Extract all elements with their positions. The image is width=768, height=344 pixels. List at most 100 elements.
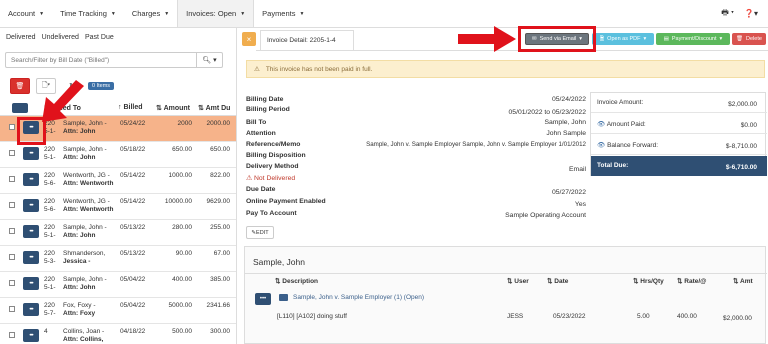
nav-label: Account bbox=[8, 9, 36, 18]
app-root: Account ▼ Time Tracking ▼ Charges ▼ Invoice… bbox=[0, 0, 768, 344]
row-checkbox[interactable] bbox=[9, 332, 15, 338]
row-menu-button[interactable]: ••• bbox=[23, 277, 39, 290]
billed-date: 05/18/22 bbox=[120, 146, 146, 153]
invoice-number: 220 5-1- bbox=[44, 224, 56, 239]
warning-icon: ⚠ bbox=[246, 175, 253, 182]
summary-balance-forward: 👁 Balance Forward: $-8,710.00 bbox=[591, 135, 767, 155]
billed-date: 05/24/22 bbox=[120, 120, 146, 127]
nav-invoices-open[interactable]: Invoices: Open ▼ bbox=[177, 0, 255, 27]
invoice-row[interactable]: ••• 220 5-1- Sample, John - Attn: John 05/18… bbox=[0, 142, 236, 168]
help-icon[interactable]: ❓▾ bbox=[744, 9, 758, 18]
eye-icon[interactable]: 👁 bbox=[597, 142, 605, 149]
search-input[interactable] bbox=[5, 52, 197, 68]
summary-amount-paid: 👁 Amount Paid: $0.00 bbox=[591, 114, 767, 134]
amt-due-cell: 9629.00 bbox=[206, 198, 231, 205]
col-date[interactable]: ⇅ Date bbox=[547, 277, 568, 285]
col-amt-due[interactable]: ⇅ Amt Du bbox=[198, 104, 230, 112]
row-menu-button[interactable]: ••• bbox=[23, 329, 39, 342]
amount-cell: 90.00 bbox=[175, 250, 192, 257]
nav-label: Time Tracking bbox=[60, 9, 107, 18]
row-menu-button[interactable]: ••• bbox=[23, 173, 39, 186]
field-attention: Attention John Sample bbox=[246, 130, 586, 137]
filter-delivered[interactable]: Delivered bbox=[6, 34, 36, 41]
invoice-row[interactable]: ••• 220 5-1- Sample, John - Attn: John 05/13… bbox=[0, 220, 236, 246]
nav-payments[interactable]: Payments ▼ bbox=[254, 0, 312, 27]
invoice-row[interactable]: ••• 4 Collins, Joan - Attn: Collins, 04/18/2… bbox=[0, 324, 236, 344]
col-amt[interactable]: ⇅ Amt bbox=[733, 277, 753, 285]
invoice-number: 220 5-7- bbox=[44, 302, 56, 317]
billed-to-cell: Collins, Joan - Attn: Collins, bbox=[63, 328, 118, 344]
col-amount[interactable]: ⇅ Amount bbox=[156, 104, 190, 112]
row-checkbox[interactable] bbox=[9, 176, 15, 182]
col-user[interactable]: ⇅ User bbox=[507, 277, 529, 285]
field-due-date: Due Date 05/27/2022 bbox=[246, 186, 586, 196]
row-checkbox[interactable] bbox=[9, 306, 15, 312]
filter-past-due[interactable]: Past Due bbox=[85, 34, 114, 41]
summary-total-due: Total Due: $-6,710.00 bbox=[591, 156, 767, 176]
filter-undelivered[interactable]: Undelivered bbox=[42, 34, 79, 41]
trash-icon: 🗑 bbox=[736, 36, 744, 42]
billed-to-attn: Attn: John bbox=[63, 154, 96, 161]
invoice-row[interactable]: ••• 220 5-6- Wentworth, JG - Attn: Wentwort… bbox=[0, 168, 236, 194]
nav-account[interactable]: Account ▼ bbox=[0, 0, 52, 27]
invoice-summary: Invoice Amount: $2,000.00 👁 Amount Paid: $… bbox=[590, 92, 767, 176]
invoice-row[interactable]: ••• 220 5-1- Sample, John - Attn: John 05/04… bbox=[0, 272, 236, 298]
annotation-arrow-down-left bbox=[42, 80, 84, 122]
invoice-row[interactable]: ••• 220 5-7- Fox, Foxy - Attn: Foxy 05/04/22… bbox=[0, 298, 236, 324]
col-description[interactable]: ⇅ Description bbox=[275, 277, 318, 285]
matter-link[interactable]: Sample, John v. Sample Employer (1) (Ope… bbox=[293, 294, 424, 301]
col-hrs-qty[interactable]: ⇅ Hrs/Qty bbox=[633, 277, 664, 285]
field-billing-period: Billing Period 05/01/2022 to 05/23/2022 bbox=[246, 106, 586, 116]
amount-cell: 400.00 bbox=[172, 276, 192, 283]
tab-invoice-detail[interactable]: Invoice Detail: 2205-1-4 bbox=[260, 30, 354, 50]
row-menu-button[interactable]: ••• bbox=[255, 293, 271, 305]
billed-to-attn: Attn: John bbox=[63, 232, 96, 239]
row-menu-button[interactable]: ••• bbox=[23, 303, 39, 316]
open-as-pdf-button[interactable]: 🗎 Open as PDF ▾ bbox=[592, 33, 654, 45]
nav-time-tracking[interactable]: Time Tracking ▼ bbox=[52, 0, 124, 27]
amount-cell: 500.00 bbox=[172, 328, 192, 335]
row-checkbox[interactable] bbox=[9, 228, 15, 234]
eye-icon[interactable]: 👁 bbox=[597, 121, 605, 128]
line-items-panel: Sample, John ⇅ Description ⇅ User ⇅ Date… bbox=[244, 246, 767, 344]
row-checkbox[interactable] bbox=[9, 150, 15, 156]
line-user: JESS bbox=[507, 313, 524, 320]
billed-date: 05/13/22 bbox=[120, 224, 146, 231]
row-menu-button[interactable]: ••• bbox=[23, 251, 39, 264]
field-pay-to: Pay To Account Sample Operating Account bbox=[246, 210, 586, 219]
close-icon[interactable]: × bbox=[242, 32, 256, 46]
invoice-number: 220 5-1- bbox=[44, 146, 56, 161]
edit-button[interactable]: ✎ EDIT bbox=[246, 226, 274, 239]
row-menu-button[interactable]: ••• bbox=[23, 225, 39, 238]
row-checkbox[interactable] bbox=[9, 202, 15, 208]
row-menu-button[interactable]: ••• bbox=[23, 199, 39, 212]
invoice-row[interactable]: ••• 220 5-3- Shmanderson, Jessica -05/13/22… bbox=[0, 246, 236, 272]
search-icon[interactable]: 🔍︎ ▾ bbox=[197, 52, 223, 68]
billed-to-cell: Wentworth, JG - Attn: Wentworth bbox=[63, 172, 118, 190]
caret-down-icon: ▼ bbox=[299, 10, 305, 17]
nav-charges[interactable]: Charges ▼ bbox=[124, 0, 177, 27]
invoice-number: 4 bbox=[44, 328, 48, 335]
billed-to-cell: Sample, John - Attn: John bbox=[63, 276, 118, 294]
delete-button[interactable]: 🗑 Delete bbox=[732, 33, 766, 45]
billed-date: 05/14/22 bbox=[120, 198, 146, 205]
invoice-row[interactable]: ••• 220 5-6- Wentworth, JG - Attn: Wentwort… bbox=[0, 194, 236, 220]
table-header: ⇅ Billed To ↑ Billed ⇅ Amount ⇅ Amt Du bbox=[0, 100, 236, 116]
row-checkbox[interactable] bbox=[9, 124, 15, 130]
amt-due-cell: 300.00 bbox=[210, 328, 230, 335]
trash-icon[interactable]: 🗑 bbox=[10, 78, 30, 94]
print-icon[interactable]: 🖶 ▾ bbox=[721, 7, 734, 21]
amount-cell: 280.00 bbox=[172, 224, 192, 231]
col-rate[interactable]: ⇅ Rate/@ bbox=[677, 277, 707, 285]
field-billing-date: Billing Date 05/24/2022 bbox=[246, 96, 586, 103]
row-menu-button[interactable]: ••• bbox=[23, 147, 39, 160]
summary-invoice-amount: Invoice Amount: $2,000.00 bbox=[591, 93, 767, 113]
payment-discount-button[interactable]: ▤ Payment/Discount ▾ bbox=[656, 33, 730, 45]
billed-date: 04/18/22 bbox=[120, 328, 146, 335]
billed-to-attn: Attn: Wentworth bbox=[63, 180, 114, 187]
row-checkbox[interactable] bbox=[9, 254, 15, 260]
bulk-menu-icon[interactable] bbox=[12, 103, 28, 113]
row-checkbox[interactable] bbox=[9, 280, 15, 286]
col-billed[interactable]: ↑ Billed bbox=[118, 104, 143, 111]
billed-to-cell: Sample, John - Attn: John bbox=[63, 224, 118, 242]
